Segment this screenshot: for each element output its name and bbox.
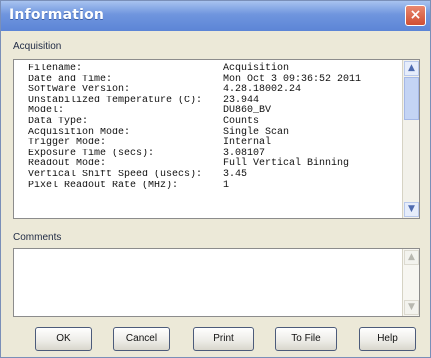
- info-value: Counts: [223, 115, 260, 127]
- info-key: Exposure Time (secs):: [28, 148, 155, 159]
- info-key: Acquisition Mode:: [28, 127, 131, 138]
- info-value: 1: [223, 179, 230, 191]
- chevron-up-icon[interactable]: ▲: [404, 250, 419, 265]
- info-key: Readout Mode:: [28, 159, 107, 170]
- to-file-button[interactable]: To File: [275, 327, 337, 351]
- info-row: Software Version: 4.28.18002.24: [28, 85, 397, 96]
- info-row: Date and Time: Mon Oct 3 09:36:52 2011: [28, 74, 397, 86]
- info-value: 3.45: [223, 168, 248, 180]
- chevron-down-icon[interactable]: ▼: [404, 202, 419, 217]
- chevron-up-icon[interactable]: ▲: [404, 61, 419, 76]
- info-key: Date and Time:: [28, 74, 113, 85]
- acquisition-info-text: Filename: Acquisition Date and Time: Mon Oc…: [28, 63, 397, 192]
- comments-scrollbar[interactable]: ▲ ▼: [402, 249, 419, 316]
- acquisition-label: Acquisition: [13, 41, 62, 52]
- ok-button[interactable]: OK: [35, 327, 92, 351]
- comments-label: Comments: [13, 232, 62, 243]
- window-title: Information: [9, 7, 105, 23]
- info-key: Data Type:: [28, 116, 89, 127]
- info-key: Model:: [28, 106, 65, 117]
- info-row: Readout Mode: Full Vertical Binning: [28, 159, 397, 170]
- info-key: Software Version:: [28, 85, 131, 96]
- print-button[interactable]: Print: [193, 327, 254, 351]
- info-key: Trigger Mode:: [28, 138, 107, 149]
- info-key: Unstabilized Temperature (C):: [28, 95, 203, 106]
- help-button[interactable]: Help: [359, 327, 416, 351]
- info-row: Data Type: Counts: [28, 115, 397, 128]
- info-value: Acquisition: [223, 63, 290, 74]
- info-row: Pixel Readout Rate (MHz): 1: [28, 179, 397, 192]
- info-key: Pixel Readout Rate (MHz):: [28, 180, 179, 191]
- info-row: Vertical Shift Speed (usecs): 3.45: [28, 168, 397, 181]
- info-row: Acquisition Mode: Single Scan: [28, 127, 397, 139]
- info-row: Model: DU860_BV: [28, 106, 397, 117]
- info-key: Filename:: [28, 64, 83, 74]
- scrollbar-thumb[interactable]: [404, 77, 419, 120]
- cancel-button[interactable]: Cancel: [113, 327, 170, 351]
- info-row: Unstabilized Temperature (C): 23.944: [28, 95, 397, 107]
- info-row: Trigger Mode: Internal: [28, 138, 397, 149]
- close-button[interactable]: ×: [405, 5, 426, 26]
- info-row: Filename: Acquisition: [28, 63, 397, 75]
- information-dialog: Information × Acquisition Filename: Acqui…: [0, 0, 431, 358]
- comments-textarea[interactable]: ▲ ▼: [13, 248, 420, 317]
- acquisition-scrollbar[interactable]: ▲ ▼: [402, 60, 419, 218]
- chevron-down-icon[interactable]: ▼: [404, 300, 419, 315]
- title-bar[interactable]: Information ×: [1, 1, 430, 31]
- acquisition-info-panel[interactable]: Filename: Acquisition Date and Time: Mon Oc…: [13, 59, 420, 219]
- info-key: Vertical Shift Speed (usecs):: [28, 169, 203, 180]
